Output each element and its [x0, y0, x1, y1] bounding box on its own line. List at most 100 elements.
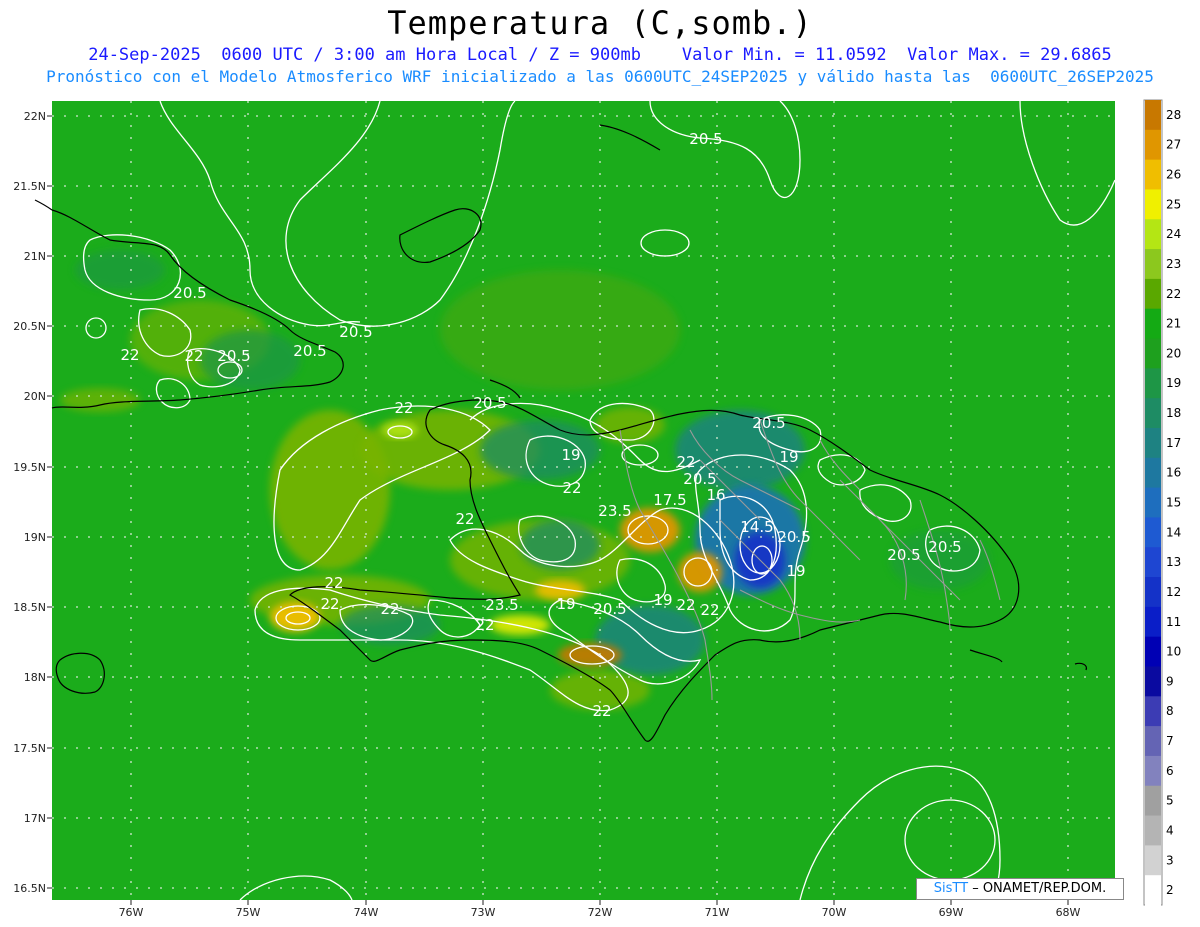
- colorbar-swatch: [1145, 249, 1161, 280]
- latitude-label: 18N: [24, 671, 46, 684]
- contour-label: 19: [779, 448, 798, 466]
- colorbar-swatch: [1145, 845, 1161, 876]
- colorbar-label: 17: [1166, 436, 1181, 450]
- longitude-label: 70W: [822, 906, 847, 919]
- latitude-label: 16.5N: [13, 882, 46, 895]
- contour-label: 22: [120, 346, 139, 364]
- contour-label: 14.5: [740, 518, 773, 536]
- latitude-label: 21N: [24, 250, 46, 263]
- colorbar-swatch: [1145, 875, 1161, 906]
- latitude-label: 22N: [24, 110, 46, 123]
- latitude-label: 19.5N: [13, 461, 46, 474]
- colorbar-swatch: [1145, 785, 1161, 817]
- contour-label: 22: [455, 510, 474, 528]
- contour-label: 20.5: [887, 546, 920, 564]
- contour-label: 22: [475, 616, 494, 634]
- longitude-label: 72W: [588, 906, 613, 919]
- colorbar-swatch: [1145, 636, 1161, 667]
- colorbar-swatch: [1145, 189, 1161, 220]
- colorbar-label: 7: [1166, 734, 1174, 748]
- longitude-label: 71W: [705, 906, 730, 919]
- colorbar-swatch: [1145, 606, 1161, 638]
- colorbar-swatch: [1145, 219, 1161, 250]
- contour-label: 22: [676, 596, 695, 614]
- contour-label: 20.5: [683, 470, 716, 488]
- longitude-label: 69W: [939, 906, 964, 919]
- longitude-label: 75W: [236, 906, 261, 919]
- colorbar-swatch: [1145, 696, 1161, 727]
- longitude-label: 68W: [1056, 906, 1081, 919]
- latitude-label: 21.5N: [13, 180, 46, 193]
- contour-label: 20.5: [752, 414, 785, 432]
- longitude-labels: 76W 75W 74W 73W 72W 71W 70W 69W 68W: [119, 900, 1081, 919]
- contour-label: 22: [380, 600, 399, 618]
- colorbar-swatch: [1145, 487, 1161, 518]
- colorbar-label: 10: [1166, 645, 1181, 659]
- colorbar-label: 16: [1166, 466, 1181, 480]
- latitude-label: 18.5N: [13, 601, 46, 614]
- colorbar-swatch: [1145, 457, 1161, 489]
- colorbar-label: 28: [1166, 108, 1181, 122]
- colorbar-swatch: [1145, 398, 1161, 429]
- colorbar-swatch: [1145, 159, 1161, 190]
- contour-label: 16: [706, 486, 725, 504]
- colorbar-swatch: [1145, 427, 1161, 459]
- latitude-label: 17N: [24, 812, 46, 825]
- contour-label: 20.5: [339, 323, 372, 341]
- latitude-labels: 22N 21.5N 21N 20.5N 20N 19.5N 19N 18.5N 18N 17.5N…: [13, 110, 52, 895]
- contour-label: 19: [786, 562, 805, 580]
- colorbar-swatch: [1145, 666, 1161, 697]
- colorbar-label: 21: [1166, 317, 1181, 331]
- colorbar-label: 27: [1166, 138, 1181, 152]
- map-canvas: 20.520.520.520.5 20.520.522 22222222222222…: [13, 99, 1181, 919]
- colorbar-label: 13: [1166, 555, 1181, 569]
- contour-label: 22: [324, 574, 343, 592]
- colorbar-label: 24: [1166, 227, 1181, 241]
- longitude-label: 74W: [354, 906, 379, 919]
- colorbar-label: 23: [1166, 257, 1181, 271]
- contour-label: 22: [562, 479, 581, 497]
- contour-label: 20.5: [473, 394, 506, 412]
- colorbar-swatch: [1145, 577, 1161, 608]
- colorbar-label: 20: [1166, 346, 1181, 360]
- colorbar-label: 5: [1166, 794, 1174, 808]
- credit-box: SisTT – ONAMET/REP.DOM.: [916, 878, 1124, 900]
- contour-label: 20.5: [777, 528, 810, 546]
- latitude-label: 20N: [24, 390, 46, 403]
- colorbar-label: 2: [1166, 883, 1174, 897]
- latitude-label: 19N: [24, 531, 46, 544]
- colorbar-swatch: [1145, 338, 1161, 369]
- colorbar-swatch: [1145, 308, 1161, 340]
- colorbar-label: 9: [1166, 674, 1174, 688]
- colorbar-label: 4: [1166, 823, 1174, 837]
- organization-name: ONAMET/REP.DOM.: [982, 881, 1107, 896]
- contour-label: 22: [184, 347, 203, 365]
- colorbar-label: 6: [1166, 764, 1174, 778]
- colorbar-swatch: [1145, 755, 1161, 787]
- colorbar-swatch: [1145, 368, 1161, 399]
- colorbar-label: 8: [1166, 704, 1174, 718]
- contour-label: 20.5: [217, 347, 250, 365]
- contour-label: 19: [556, 595, 575, 613]
- colorbar-swatch: [1145, 517, 1161, 548]
- contour-label: 20.5: [173, 284, 206, 302]
- longitude-label: 76W: [119, 906, 144, 919]
- longitude-label: 73W: [471, 906, 496, 919]
- contour-label: 23.5: [598, 502, 631, 520]
- colorbar-label: 25: [1166, 197, 1181, 211]
- colorbar-swatch: [1145, 129, 1161, 161]
- colorbar-label: 11: [1166, 615, 1181, 629]
- colorbar-swatch: [1145, 278, 1161, 310]
- latitude-label: 20.5N: [13, 320, 46, 333]
- contour-label: 22: [700, 601, 719, 619]
- contour-label: 20.5: [928, 538, 961, 556]
- colorbar-label: 26: [1166, 168, 1181, 182]
- colorbar-swatch: [1145, 100, 1161, 131]
- contour-label: 22: [320, 595, 339, 613]
- colorbar-label: 3: [1166, 853, 1174, 867]
- colorbar-label: 14: [1166, 525, 1181, 539]
- contour-label: 22: [676, 453, 695, 471]
- colorbar-label: 19: [1166, 376, 1181, 390]
- colorbar-label: 12: [1166, 585, 1181, 599]
- colorbar-label: 18: [1166, 406, 1181, 420]
